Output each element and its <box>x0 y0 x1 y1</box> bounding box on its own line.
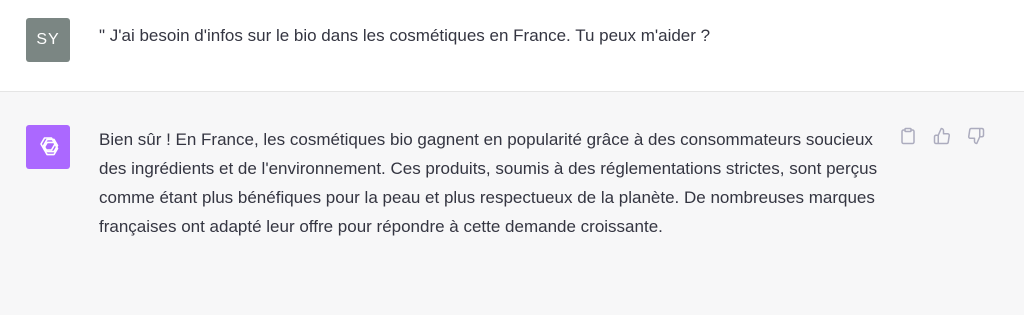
assistant-message-row: Bien sûr ! En France, les cosmétiques bi… <box>0 92 1024 315</box>
clipboard-icon <box>901 127 915 145</box>
user-avatar: SY <box>26 18 70 62</box>
user-message-row: SY " J'ai besoin d'infos sur le bio dans… <box>0 0 1024 92</box>
thumbs-down-button[interactable] <box>966 126 986 146</box>
copy-button[interactable] <box>898 126 918 146</box>
assistant-message-text: Bien sûr ! En France, les cosmétiques bi… <box>99 130 878 236</box>
conversation: SY " J'ai besoin d'infos sur le bio dans… <box>0 0 1024 315</box>
thumbs-up-icon <box>933 127 950 145</box>
assistant-avatar <box>26 125 70 169</box>
user-message-text: " J'ai besoin d'infos sur le bio dans le… <box>99 26 711 45</box>
thumbs-up-button[interactable] <box>932 126 952 146</box>
thumbs-down-icon <box>968 127 985 145</box>
openai-logo-icon <box>40 137 59 156</box>
message-actions <box>898 126 986 146</box>
